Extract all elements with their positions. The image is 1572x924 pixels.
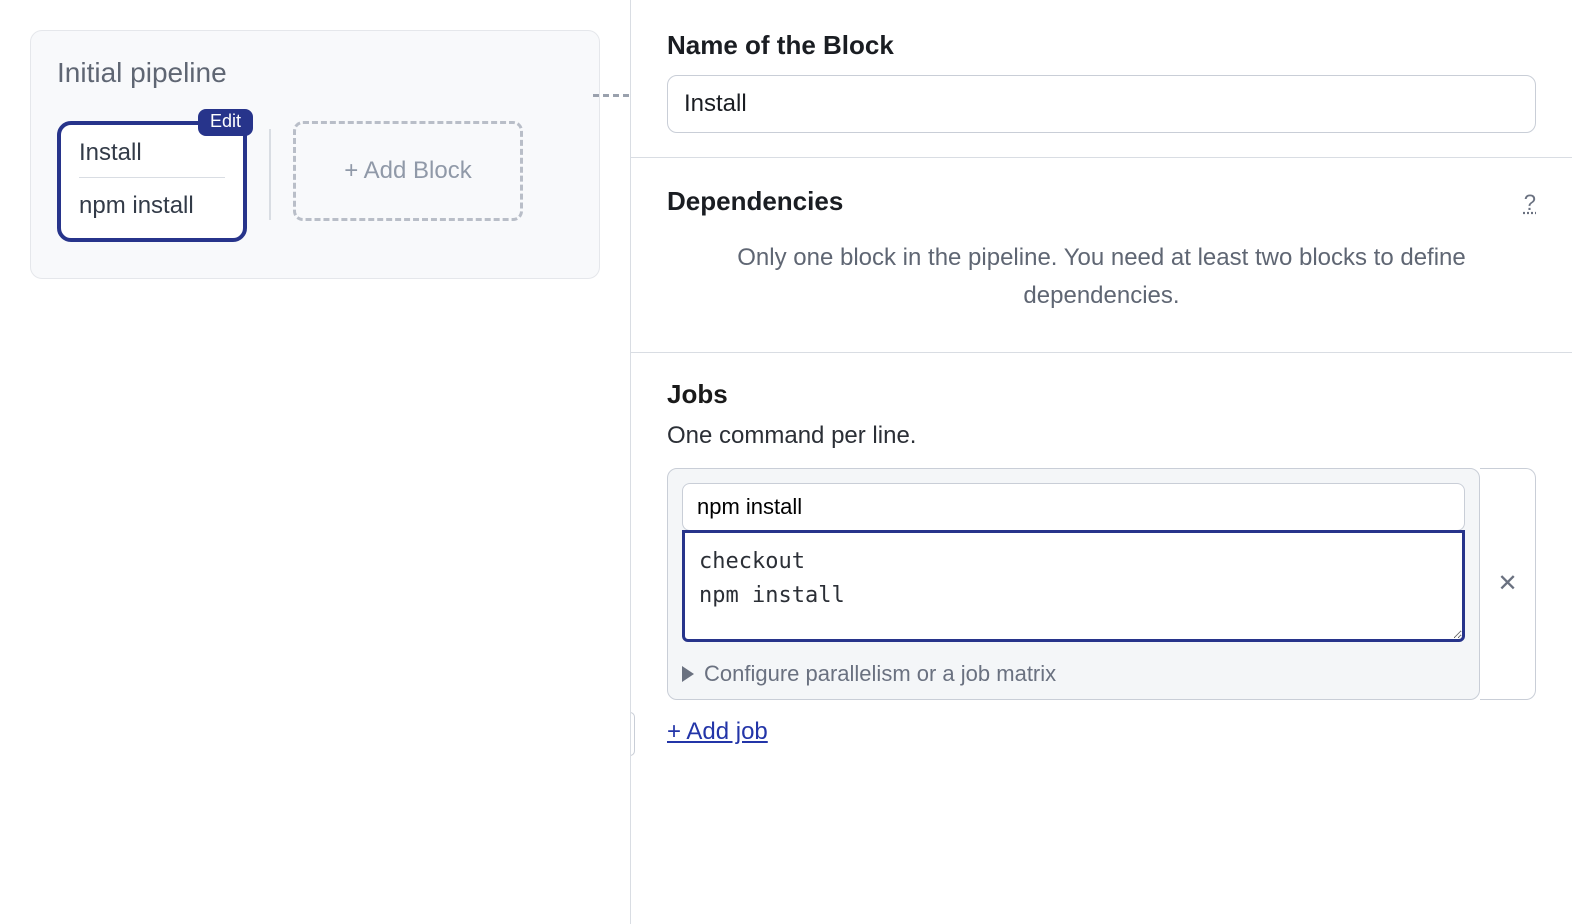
edit-badge[interactable]: Edit — [198, 109, 253, 136]
section-name: Name of the Block — [631, 30, 1572, 158]
dependencies-empty-message: Only one block in the pipeline. You need… — [667, 239, 1536, 328]
jobs-title: Jobs — [667, 379, 1536, 410]
blocks-row: Edit Install npm install + Add Block — [57, 107, 573, 242]
block-name: Install — [79, 139, 225, 178]
close-icon: ✕ — [1497, 569, 1517, 598]
block-job-label: npm install — [79, 192, 225, 220]
block-settings-panel: Name of the Block Dependencies ? Only on… — [630, 0, 1572, 924]
pipeline-canvas: Initial pipeline Edit Install npm instal… — [0, 0, 630, 924]
section-dependencies: Dependencies ? Only one block in the pip… — [631, 186, 1572, 353]
connector-line — [593, 94, 629, 97]
jobs-subtitle: One command per line. — [667, 422, 1536, 450]
job-name-input[interactable] — [682, 483, 1465, 531]
dependencies-title: Dependencies — [667, 186, 843, 217]
job-row: checkout npm install Configure paralleli… — [667, 468, 1536, 700]
pipeline-title: Initial pipeline — [57, 57, 573, 89]
app-root: Initial pipeline Edit Install npm instal… — [0, 0, 1572, 924]
remove-job-button[interactable]: ✕ — [1480, 468, 1536, 700]
panel-resize-handle[interactable] — [630, 712, 635, 756]
help-icon[interactable]: ? — [1524, 190, 1536, 216]
job-card: checkout npm install Configure paralleli… — [667, 468, 1480, 700]
configure-parallelism-label: Configure parallelism or a job matrix — [704, 661, 1056, 687]
dependencies-header: Dependencies ? — [667, 186, 1536, 217]
name-field-label: Name of the Block — [667, 30, 1536, 61]
block-wrap: Edit Install npm install — [57, 107, 247, 242]
pipeline-card: Initial pipeline Edit Install npm instal… — [30, 30, 600, 279]
add-block-button[interactable]: + Add Block — [293, 121, 523, 221]
chevron-right-icon — [682, 666, 694, 682]
block-divider — [269, 129, 271, 220]
section-jobs: Jobs One command per line. checkout npm … — [631, 379, 1572, 770]
block-name-input[interactable] — [667, 75, 1536, 133]
pipeline-block-install[interactable]: Install npm install — [57, 121, 247, 242]
configure-parallelism-toggle[interactable]: Configure parallelism or a job matrix — [682, 661, 1465, 687]
job-commands-textarea[interactable]: checkout npm install — [682, 530, 1465, 642]
add-job-link[interactable]: + Add job — [667, 718, 768, 746]
